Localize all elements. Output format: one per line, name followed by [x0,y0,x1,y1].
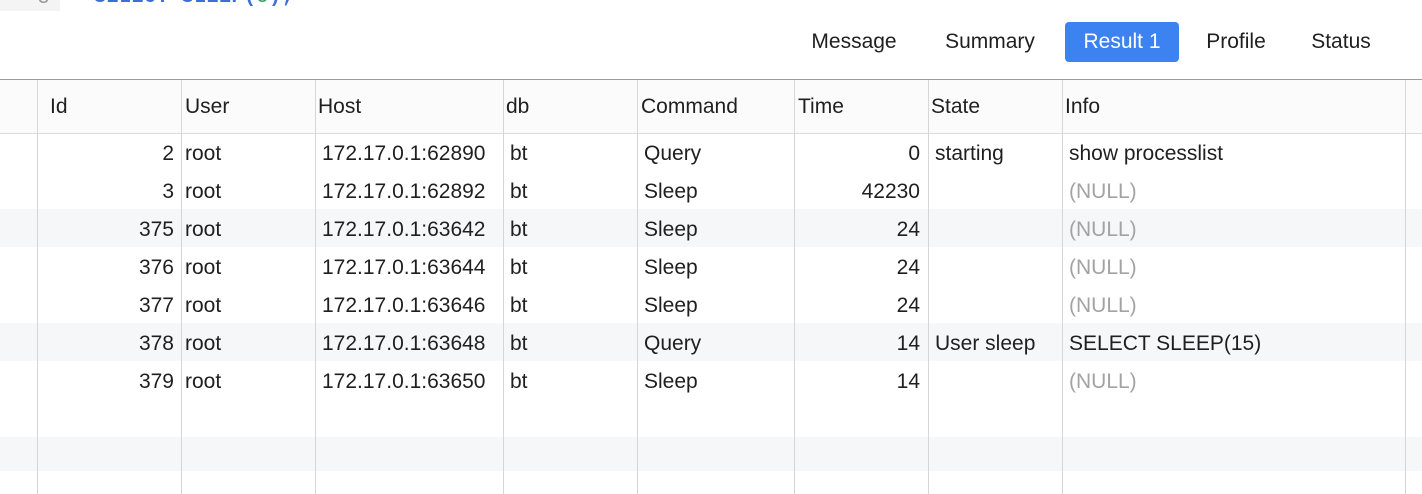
cell-id[interactable]: 3 [40,173,174,211]
cell-state[interactable]: User sleep [935,325,1059,363]
cell-db[interactable]: bt [510,135,634,173]
tab-profile[interactable]: Profile [1189,22,1283,62]
cell-command[interactable]: Query [644,325,790,363]
cell-user[interactable]: root [185,135,313,173]
sql-code-line[interactable]: SELECT SLEEP(5); [94,0,294,9]
cell-db[interactable]: bt [510,173,634,211]
table-row[interactable]: 2 root 172.17.0.1:62890 bt Query 0 starting sho… [0,135,1422,173]
column-header-db[interactable]: db [506,80,529,133]
column-header-info[interactable]: Info [1065,80,1100,133]
sql-argument: 5 [257,0,270,9]
cell-db[interactable]: bt [510,211,634,249]
table-row[interactable]: 376 root 172.17.0.1:63644 bt Sleep 24 (NULL) [0,249,1422,287]
cell-id[interactable]: 377 [40,287,174,325]
cell-db[interactable]: bt [510,287,634,325]
tab-summary[interactable]: Summary [927,22,1053,62]
cell-time[interactable]: 24 [798,249,920,287]
cell-state[interactable] [935,249,1059,287]
cell-command[interactable]: Query [644,135,790,173]
cell-user[interactable]: root [185,325,313,363]
cell-state[interactable] [935,211,1059,249]
column-header-state[interactable]: State [931,80,980,133]
cell-info[interactable]: (NULL) [1069,211,1399,249]
cell-host[interactable]: 172.17.0.1:63650 [322,363,500,401]
cell-host[interactable]: 172.17.0.1:62890 [322,135,500,173]
column-divider [503,80,504,494]
cell-user[interactable]: root [185,211,313,249]
cell-time[interactable]: 42230 [798,173,920,211]
cell-host[interactable]: 172.17.0.1:63642 [322,211,500,249]
line-number: 3 [38,0,49,9]
row-stripe [0,437,1422,471]
cell-user[interactable]: root [185,287,313,325]
cell-id[interactable]: 376 [40,249,174,287]
cell-state[interactable] [935,363,1059,401]
column-divider [1062,80,1063,494]
cell-host[interactable]: 172.17.0.1:63644 [322,249,500,287]
table-row[interactable]: 3 root 172.17.0.1:62892 bt Sleep 42230 (NULL) [0,173,1422,211]
column-header-host[interactable]: Host [318,80,361,133]
cell-info[interactable]: (NULL) [1069,249,1399,287]
table-row[interactable]: 375 root 172.17.0.1:63642 bt Sleep 24 (NULL) [0,211,1422,249]
tab-result-1[interactable]: Result 1 [1065,22,1179,62]
column-header-time[interactable]: Time [798,80,844,133]
cell-time[interactable]: 14 [798,363,920,401]
cell-info[interactable]: show processlist [1069,135,1399,173]
cell-command[interactable]: Sleep [644,287,790,325]
cell-id[interactable]: 379 [40,363,174,401]
cell-host[interactable]: 172.17.0.1:63646 [322,287,500,325]
cell-host[interactable]: 172.17.0.1:63648 [322,325,500,363]
column-divider [928,80,929,494]
cell-command[interactable]: Sleep [644,249,790,287]
cell-command[interactable]: Sleep [644,211,790,249]
tab-message[interactable]: Message [793,22,915,62]
cell-state[interactable]: starting [935,135,1059,173]
cell-time[interactable]: 24 [798,287,920,325]
cell-host[interactable]: 172.17.0.1:62892 [322,173,500,211]
cell-info[interactable]: (NULL) [1069,363,1399,401]
column-divider [794,80,795,494]
cell-time[interactable]: 0 [798,135,920,173]
table-row[interactable]: 377 root 172.17.0.1:63646 bt Sleep 24 (NULL) [0,287,1422,325]
tab-status[interactable]: Status [1295,22,1387,62]
sql-keyword: SELECT SLEEP( [94,0,257,9]
column-header-id[interactable]: Id [50,80,68,133]
column-divider [637,80,638,494]
cell-id[interactable]: 375 [40,211,174,249]
column-divider [181,80,182,494]
cell-db[interactable]: bt [510,363,634,401]
cell-db[interactable]: bt [510,249,634,287]
result-tab-bar: Message Summary Result 1 Profile Status [0,11,1422,80]
cell-id[interactable]: 378 [40,325,174,363]
column-header-command[interactable]: Command [641,80,738,133]
column-header-user[interactable]: User [185,80,229,133]
cell-time[interactable]: 14 [798,325,920,363]
column-header-row: Id User Host db Command Time State Info [0,80,1422,134]
cell-id[interactable]: 2 [40,135,174,173]
table-row[interactable]: 378 root 172.17.0.1:63648 bt Query 14 User sle… [0,325,1422,363]
column-divider [37,80,38,494]
cell-user[interactable]: root [185,249,313,287]
table-row[interactable]: 379 root 172.17.0.1:63650 bt Sleep 14 (NULL) [0,363,1422,401]
sql-tail: ); [269,0,294,9]
cell-state[interactable] [935,173,1059,211]
cell-user[interactable]: root [185,363,313,401]
cell-info[interactable]: (NULL) [1069,287,1399,325]
cell-command[interactable]: Sleep [644,173,790,211]
column-divider [1405,80,1406,494]
cell-info[interactable]: SELECT SLEEP(15) [1069,325,1399,363]
cell-time[interactable]: 24 [798,211,920,249]
cell-db[interactable]: bt [510,325,634,363]
cell-state[interactable] [935,287,1059,325]
cell-user[interactable]: root [185,173,313,211]
column-divider [315,80,316,494]
cell-command[interactable]: Sleep [644,363,790,401]
cell-info[interactable]: (NULL) [1069,173,1399,211]
line-gutter [0,0,60,11]
result-grid: Id User Host db Command Time State Info … [0,80,1422,494]
